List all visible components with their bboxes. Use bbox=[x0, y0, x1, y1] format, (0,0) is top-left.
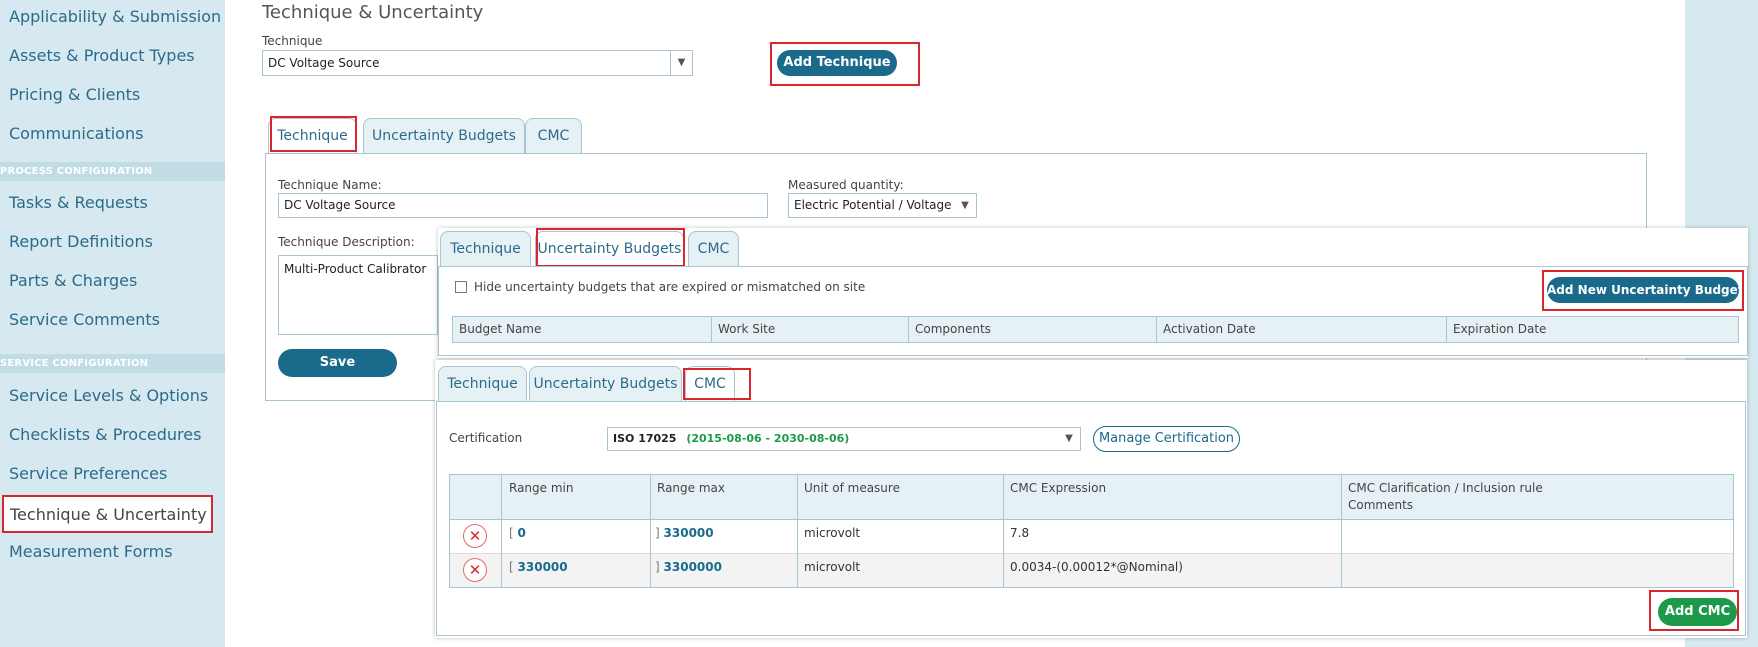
sidebar-item-label: Technique & Uncertainty bbox=[10, 505, 207, 524]
sidebar-item-service-levels[interactable]: Service Levels & Options bbox=[9, 386, 208, 405]
column-header-work-site[interactable]: Work Site bbox=[718, 322, 775, 336]
column-header-comments: Comments bbox=[1348, 498, 1414, 512]
range-max-bracket: ] bbox=[655, 560, 660, 574]
sidebar-section-process: PROCESS CONFIGURATION bbox=[0, 162, 225, 181]
chevron-down-icon: ▼ bbox=[670, 51, 692, 75]
range-max-cell: ] 330000 bbox=[655, 526, 714, 540]
tab-uncertainty-budgets[interactable]: Uncertainty Budgets bbox=[363, 118, 525, 154]
range-min-bracket: [ bbox=[509, 526, 514, 540]
highlight-add-technique bbox=[770, 42, 920, 86]
col-divider bbox=[1156, 316, 1157, 343]
sidebar-item-communications[interactable]: Communications bbox=[9, 124, 143, 143]
measured-quantity-value: Electric Potential / Voltage bbox=[794, 198, 952, 212]
technique-select-label: Technique bbox=[262, 34, 323, 48]
sidebar-item-technique-active[interactable]: Technique & Uncertainty bbox=[2, 495, 213, 533]
range-min-value: 330000 bbox=[517, 560, 568, 574]
highlight-tab-uncertainty bbox=[536, 228, 685, 267]
col-divider bbox=[711, 316, 712, 343]
column-header-range-max: Range max bbox=[657, 481, 725, 495]
range-max-value: 3300000 bbox=[663, 560, 722, 574]
sidebar-item-parts[interactable]: Parts & Charges bbox=[9, 271, 137, 290]
technique-select[interactable]: DC Voltage Source ▼ bbox=[262, 50, 693, 76]
technique-name-label: Technique Name: bbox=[278, 178, 382, 192]
measured-quantity-select[interactable]: Electric Potential / Voltage ▼ bbox=[788, 193, 977, 218]
column-header-unit: Unit of measure bbox=[804, 481, 900, 495]
certification-select[interactable]: ISO 17025 (2015-08-06 - 2030-08-06) ▼ bbox=[607, 427, 1081, 451]
chevron-down-icon: ▼ bbox=[961, 200, 969, 211]
column-header-range-min: Range min bbox=[509, 481, 574, 495]
certification-dates: (2015-08-06 - 2030-08-06) bbox=[686, 432, 850, 445]
tab-cmc-2[interactable]: CMC bbox=[688, 231, 739, 267]
save-button[interactable]: Save bbox=[278, 349, 397, 377]
col-divider bbox=[908, 316, 909, 343]
cmc-expression-cell: 7.8 bbox=[1010, 526, 1030, 540]
tab-uncertainty-budgets-3[interactable]: Uncertainty Budgets bbox=[529, 366, 682, 402]
sidebar-item-pricing[interactable]: Pricing & Clients bbox=[9, 85, 140, 104]
highlight-add-cmc bbox=[1649, 590, 1739, 631]
col-divider bbox=[501, 474, 502, 588]
cmc-expression-cell: 0.0034-(0.00012*@Nominal) bbox=[1010, 560, 1183, 574]
sidebar-item-checklists[interactable]: Checklists & Procedures bbox=[9, 425, 201, 444]
sidebar-section-service: SERVICE CONFIGURATION bbox=[0, 354, 225, 373]
unit-cell: microvolt bbox=[804, 560, 861, 574]
row-divider bbox=[450, 553, 1733, 554]
technique-select-value: DC Voltage Source bbox=[268, 56, 380, 70]
sidebar-item-tasks[interactable]: Tasks & Requests bbox=[9, 193, 148, 212]
range-min-bracket: [ bbox=[509, 560, 514, 574]
tab-technique-2[interactable]: Technique bbox=[440, 231, 531, 267]
delete-icon[interactable]: ✕ bbox=[463, 558, 487, 582]
row-divider bbox=[450, 519, 1733, 520]
sidebar-item-reports[interactable]: Report Definitions bbox=[9, 232, 153, 251]
sidebar-item-comments[interactable]: Service Comments bbox=[9, 310, 160, 329]
hide-expired-checkbox[interactable] bbox=[455, 281, 467, 293]
highlight-add-uncertainty bbox=[1542, 270, 1744, 311]
highlight-tab-cmc bbox=[683, 368, 751, 400]
sidebar: Applicability & Submission Assets & Prod… bbox=[0, 0, 225, 647]
col-divider bbox=[1003, 474, 1004, 588]
range-max-value: 330000 bbox=[663, 526, 714, 540]
highlight-tab-technique bbox=[270, 116, 357, 152]
range-max-bracket: ] bbox=[655, 526, 660, 540]
sidebar-item-applicability[interactable]: Applicability & Submission bbox=[9, 7, 221, 26]
column-header-activation-date[interactable]: Activation Date bbox=[1163, 322, 1256, 336]
column-header-budget-name[interactable]: Budget Name bbox=[459, 322, 541, 336]
col-divider bbox=[1446, 316, 1447, 343]
certification-name: ISO 17025 bbox=[613, 432, 677, 445]
tab-technique-3[interactable]: Technique bbox=[438, 366, 527, 402]
manage-certification-button[interactable]: Manage Certification bbox=[1093, 426, 1240, 452]
technique-name-input[interactable]: DC Voltage Source bbox=[278, 193, 768, 218]
col-divider bbox=[650, 474, 651, 588]
column-header-cmc-clarification: CMC Clarification / Inclusion rule bbox=[1348, 481, 1543, 495]
tab-cmc[interactable]: CMC bbox=[525, 118, 582, 154]
measured-quantity-label: Measured quantity: bbox=[788, 178, 904, 192]
sidebar-item-assets[interactable]: Assets & Product Types bbox=[9, 46, 195, 65]
range-min-cell: [ 330000 bbox=[509, 560, 568, 574]
sidebar-item-preferences[interactable]: Service Preferences bbox=[9, 464, 167, 483]
sidebar-item-measurement-forms[interactable]: Measurement Forms bbox=[9, 542, 173, 561]
page-title: Technique & Uncertainty bbox=[262, 2, 484, 23]
hide-expired-label: Hide uncertainty budgets that are expire… bbox=[474, 280, 866, 294]
range-max-cell: ] 3300000 bbox=[655, 560, 722, 574]
unit-cell: microvolt bbox=[804, 526, 861, 540]
technique-description-textarea[interactable]: Multi-Product Calibrator bbox=[278, 255, 438, 335]
certification-label: Certification bbox=[449, 431, 523, 445]
col-divider bbox=[1341, 474, 1342, 588]
range-min-value: 0 bbox=[517, 526, 526, 540]
technique-description-label: Technique Description: bbox=[278, 235, 415, 249]
column-header-expiration-date[interactable]: Expiration Date bbox=[1453, 322, 1546, 336]
chevron-down-icon: ▼ bbox=[1065, 433, 1073, 444]
delete-icon[interactable]: ✕ bbox=[463, 524, 487, 548]
column-header-cmc-expression: CMC Expression bbox=[1010, 481, 1107, 495]
range-min-cell: [ 0 bbox=[509, 526, 526, 540]
col-divider bbox=[797, 474, 798, 588]
column-header-components[interactable]: Components bbox=[915, 322, 991, 336]
